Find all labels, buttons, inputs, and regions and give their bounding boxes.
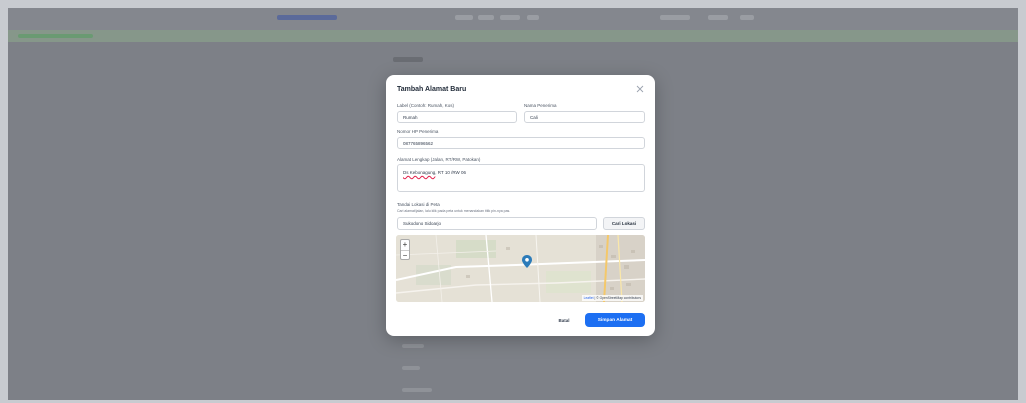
address-label-label: Label (Contoh: Rumah, Kos) (397, 103, 455, 108)
recipient-name-label: Nama Penerima (524, 103, 557, 108)
cancel-button[interactable]: Batal (553, 314, 575, 327)
background-list-item (402, 366, 420, 370)
leaflet-attribution-link[interactable]: Leaflet (584, 296, 594, 300)
nav-link (708, 15, 728, 20)
full-address-value-rest: , RT 10 /RW 06 (435, 170, 467, 175)
nav-link (500, 15, 520, 20)
add-address-modal: Tambah Alamat Baru Label (Contoh: Rumah,… (386, 75, 655, 336)
background-list-item (402, 388, 432, 392)
map-hint-text: Cari alamat/jalan, lalu klik pada peta u… (397, 209, 511, 213)
zoom-in-button[interactable]: + (401, 240, 409, 251)
nav-link (660, 15, 690, 20)
nav-link (740, 15, 754, 20)
save-address-button[interactable]: Simpan Alamat (585, 313, 645, 327)
location-map[interactable]: + − Leaflet | © OpenStreetMap contributo… (396, 235, 645, 302)
osm-attribution-text: | © OpenStreetMap contributors (593, 296, 641, 300)
map-pin-icon[interactable] (522, 255, 532, 268)
close-icon[interactable] (634, 83, 646, 95)
map-tiles (396, 235, 645, 302)
nav-link (478, 15, 494, 20)
address-label-input[interactable]: Rumah (397, 111, 517, 123)
map-section-label: Tandai Lokasi di Peta (397, 202, 440, 207)
location-search-input[interactable]: Sukodono Sidoarjo (397, 217, 597, 230)
map-attribution: Leaflet | © OpenStreetMap contributors (581, 295, 643, 301)
recipient-phone-input[interactable]: 087765896562 (397, 137, 645, 149)
recipient-name-input[interactable]: Cali (524, 111, 645, 123)
zoom-out-button[interactable]: − (401, 251, 409, 261)
modal-title: Tambah Alamat Baru (397, 86, 467, 93)
background-list-item (402, 344, 424, 348)
full-address-label: Alamat Lengkap (Jalan, RT/RW, Patokan) (397, 157, 481, 162)
map-zoom-control: + − (400, 239, 410, 260)
nav-link (527, 15, 539, 20)
brand-logo (277, 15, 337, 20)
full-address-value-word: Ds Kebonagung (403, 170, 436, 175)
recipient-phone-label: Nomor HP Penerima (397, 129, 439, 134)
full-address-textarea[interactable]: Ds Kebonagung, RT 10 /RW 06 (397, 164, 645, 192)
status-bar (8, 30, 1018, 42)
find-location-button[interactable]: Cari Lokasi (603, 217, 645, 230)
nav-link (455, 15, 473, 20)
page-title (393, 57, 423, 62)
